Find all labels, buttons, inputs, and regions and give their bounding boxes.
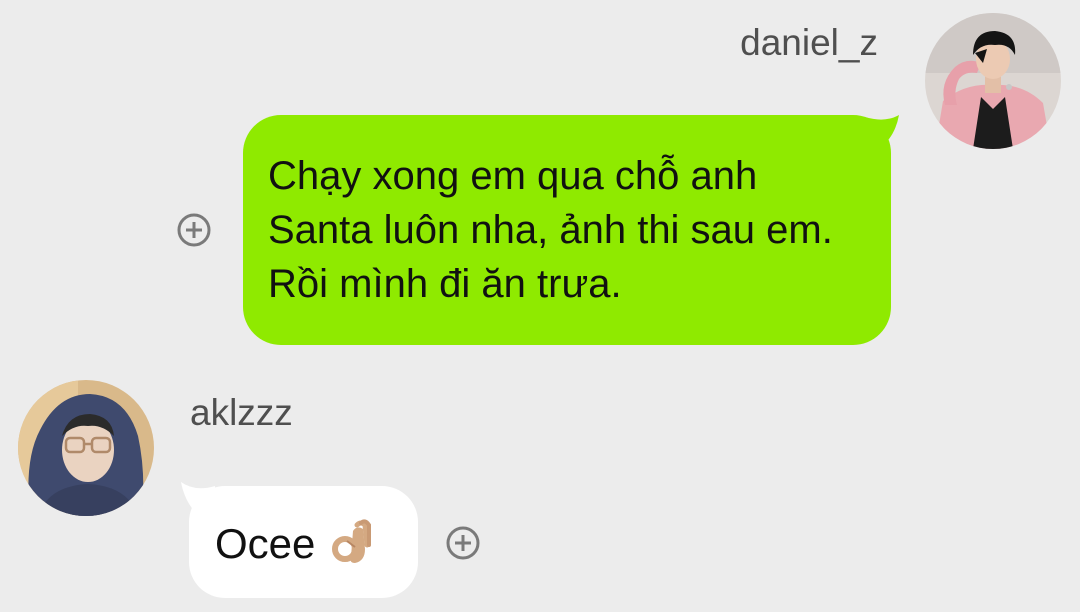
user-avatar-aklzzz-icon [18,380,154,516]
avatar[interactable] [925,13,1061,149]
message-text: Chạy xong em qua chỗ anh Santa luôn nha,… [268,154,833,306]
message-text: Ocee [215,520,316,567]
message-bubble-incoming[interactable]: Ocee [181,482,418,598]
sender-name: daniel_z [740,22,878,63]
plus-circle-icon [446,526,480,560]
message-content: Ocee [215,518,418,570]
add-reaction-button[interactable] [177,213,211,247]
sender-name: aklzzz [190,392,293,433]
bubble-tail [865,115,899,149]
avatar[interactable] [18,380,154,516]
ok-hand-emoji-icon [332,519,372,563]
message-bubble-outgoing[interactable]: Chạy xong em qua chỗ anh Santa luôn nha,… [243,115,899,345]
bubble-tail [181,482,215,518]
user-avatar-daniel-icon [925,13,1061,149]
add-reaction-button[interactable] [446,526,480,560]
plus-circle-icon [177,213,211,247]
